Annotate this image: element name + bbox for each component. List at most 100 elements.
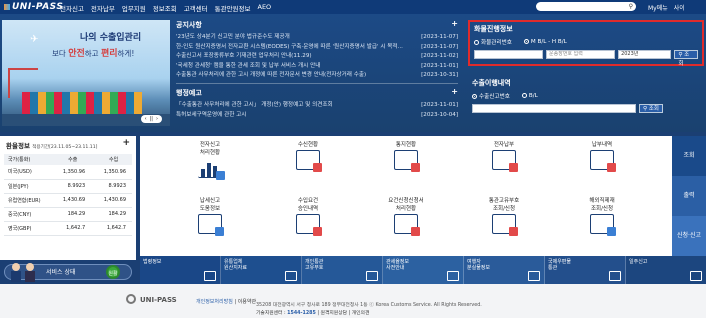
- unipass-logo[interactable]: UNI-PASS: [4, 2, 63, 12]
- year-select[interactable]: 2023년: [618, 50, 672, 59]
- service-status-indicator: 원활: [106, 265, 120, 279]
- shortcut-declaration-status[interactable]: 전자신고 처리현황: [172, 140, 248, 180]
- shortcut-import-requirements[interactable]: 수입요건 승인내역: [270, 196, 346, 236]
- help-book-icon: [198, 214, 224, 236]
- sitemap-link[interactable]: 사이: [674, 3, 685, 12]
- quick-link-intl-mail[interactable]: 국제우편물 통관: [545, 256, 626, 284]
- remote-support-link[interactable]: 원격지원상담: [321, 311, 347, 316]
- wallet-icon: [590, 150, 616, 172]
- prev-icon[interactable]: ‹: [145, 116, 147, 122]
- footer-address: 35208 대전광역시 서구 청사로 189 정부대전청사 1동 ⓒ Korea…: [256, 303, 482, 308]
- notice-item[interactable]: '국세청 관세청' 캠을 통한 관세 조회 및 납부 서비스 개시 안내 [202…: [176, 62, 458, 72]
- side-tabs: 조회 출력 신청·신고: [672, 136, 706, 256]
- radio-icon[interactable]: [474, 40, 479, 45]
- menu-item-e-payment[interactable]: 전자납부: [91, 3, 115, 13]
- radio-bl[interactable]: M B/L - H B/L: [523, 39, 567, 45]
- radio-icon[interactable]: [521, 93, 527, 98]
- exchange-header: 환율정보 적용기간[23.11.05~23.11.11] +: [6, 138, 130, 150]
- more-notices-plus-icon[interactable]: +: [451, 19, 458, 28]
- support-phone[interactable]: 1544-1285: [287, 311, 316, 316]
- menu-item-clearance-info[interactable]: 통관안원정보: [215, 3, 251, 13]
- admin-notice-title: 행정예고 +: [176, 86, 458, 97]
- radio-cargo-number[interactable]: 화물관리번호: [474, 38, 512, 46]
- export-tracking-title: 수출이행내역: [472, 79, 511, 87]
- notice-item[interactable]: 수출통관 사무처리에 관한 고시 개정에 따른 전자문서 변경 안내(전자상거래…: [176, 71, 458, 81]
- quick-link-distributor[interactable]: 유통업체 원산지자료: [221, 256, 302, 284]
- quick-link-personal-code[interactable]: 개인통관 고유부호: [302, 256, 383, 284]
- report-icon: [690, 271, 702, 281]
- quick-link-lost-items[interactable]: 여행자 분실물정보: [464, 256, 545, 284]
- menu-item-info[interactable]: 정보조회: [153, 3, 177, 13]
- more-rates-plus-icon[interactable]: +: [122, 138, 130, 148]
- quick-link-tariff[interactable]: 관세율정보 사전안내: [383, 256, 464, 284]
- privacy-link[interactable]: 개인정보처리방침: [196, 299, 233, 305]
- mail-icon: [609, 271, 621, 281]
- tab-apply[interactable]: 신청·신고: [672, 216, 706, 256]
- clipboard-icon: [394, 214, 420, 236]
- menu-item-support[interactable]: 업무지원: [122, 3, 146, 13]
- shortcut-grid: 전자신고 처리현황 수신현황 통지현황 전자납부 납부내역 납세신고 도움정보 수입…: [140, 136, 672, 256]
- tab-inquiry[interactable]: 조회: [672, 136, 706, 176]
- monitor-icon: [296, 150, 322, 172]
- notice-item[interactable]: 수출신고서 포장종류부호 기재관련 업무처리 안내(11.29) [2023-11…: [176, 52, 458, 62]
- menu-item-e-declaration[interactable]: 전자신고: [60, 3, 84, 13]
- footer-logo: UNI-PASS: [140, 296, 177, 304]
- col-import-rate: 수입: [91, 154, 132, 165]
- quick-link-report[interactable]: 일주신고: [626, 256, 706, 284]
- document-icon: [394, 150, 420, 172]
- shortcut-e-payment[interactable]: 전자납부: [466, 140, 542, 172]
- shortcut-received-status[interactable]: 수신현황: [270, 140, 346, 172]
- radio-checked-icon[interactable]: [472, 94, 477, 99]
- shortcut-payment-history[interactable]: 납부내역: [564, 140, 640, 172]
- tab-print[interactable]: 출력: [672, 176, 706, 216]
- top-right-links: My메뉴 사이: [648, 3, 685, 12]
- footer-links: 개인정보처리방침 | 이용약관: [196, 299, 257, 305]
- shortcut-requirement-application[interactable]: 요건신청신청서 처리현황: [368, 196, 444, 236]
- menu-item-aeo[interactable]: AEO: [258, 3, 272, 13]
- more-admin-plus-icon[interactable]: +: [451, 87, 458, 96]
- banner-subline: 보다 안전하고 편리하게!: [52, 49, 135, 59]
- admin-notice-item[interactable]: 특허보세구역운영에 관한 고시 [2023-10-04]: [176, 111, 458, 121]
- shortcut-tax-help[interactable]: 납세신고 도움정보: [172, 196, 248, 236]
- radio-export-number[interactable]: 수출신고번호: [472, 92, 510, 100]
- export-search-button[interactable]: ⚲ 조회: [639, 104, 663, 113]
- law-icon: [204, 271, 216, 281]
- feedback-link[interactable]: 개인의견: [352, 311, 370, 316]
- pause-icon[interactable]: ||: [150, 116, 153, 122]
- waybill-input[interactable]: 운송장번호 입력: [546, 50, 616, 59]
- cargo-tracking-title: 화물진행정보: [474, 25, 513, 33]
- quick-link-laws[interactable]: 법령정보: [140, 256, 221, 284]
- cargo-search-button[interactable]: ⚲ 조회: [674, 50, 698, 67]
- table-row: 유럽연합(EUR) 1,430.69 1,430.69: [4, 193, 132, 208]
- export-number-input[interactable]: [472, 104, 636, 113]
- notice-item[interactable]: 한-인도 원산지증명서 전자교환 시스템(EODES) 구축·운영에 따른 '원…: [176, 43, 458, 53]
- my-menu-link[interactable]: My메뉴: [648, 3, 668, 12]
- menu-item-customer-center[interactable]: 고객센터: [184, 3, 208, 13]
- terms-link[interactable]: 이용약관: [238, 299, 256, 305]
- promo-banner[interactable]: ✈ 나의 수출입관리 보다 안전하고 편리하게! ‹ || ›: [2, 20, 170, 126]
- top-search-input[interactable]: ⚲: [536, 2, 636, 11]
- banner-headline: 나의 수출입관리: [80, 33, 142, 43]
- search-icon[interactable]: ⚲: [629, 3, 633, 10]
- col-country: 국가(통화): [4, 154, 51, 165]
- mbl-input[interactable]: [474, 50, 544, 59]
- admin-notice-item[interactable]: 「수출통관 사무처리에 관한 고시」 개정(안) 행정예고 및 의견조회 [202…: [176, 101, 458, 111]
- radio-checked-icon[interactable]: [523, 39, 529, 44]
- bar-chart-icon: [198, 158, 225, 180]
- id-card-icon: [492, 214, 518, 236]
- notice-board: 공지사항 + '23년도 상4분기 신고민 분야 법규준수도 제공개 [2023-1…: [176, 19, 458, 121]
- origin-icon: [285, 271, 297, 281]
- shortcut-customs-code[interactable]: 통관고유부호 조회/신청: [466, 196, 542, 236]
- main-menu: 전자신고 전자납부 업무지원 정보조회 고객센터 통관안원정보 AEO: [60, 3, 271, 13]
- radio-export-bl[interactable]: B/L: [521, 93, 538, 99]
- bottom-quick-links: 법령정보 유통업체 원산지자료 개인통관 고유부호 관세율정보 사전안내 여행자 분실물…: [140, 256, 706, 284]
- cargo-search-row: 운송장번호 입력 2023년 ⚲ 조회: [474, 50, 698, 67]
- cargo-search-type: 화물관리번호 M B/L - H B/L: [474, 38, 698, 46]
- shortcut-notice-status[interactable]: 통지현황: [368, 140, 444, 172]
- notices-title: 공지사항 +: [176, 19, 458, 29]
- banner-pager[interactable]: ‹ || ›: [140, 115, 162, 123]
- next-icon[interactable]: ›: [156, 116, 158, 122]
- notice-item[interactable]: '23년도 상4분기 신고민 분야 법규준수도 제공개 [2023-11-07]: [176, 33, 458, 43]
- shortcut-overseas-purchase[interactable]: 해외직제재 조회/신청: [564, 196, 640, 236]
- person-card-icon: [366, 271, 378, 281]
